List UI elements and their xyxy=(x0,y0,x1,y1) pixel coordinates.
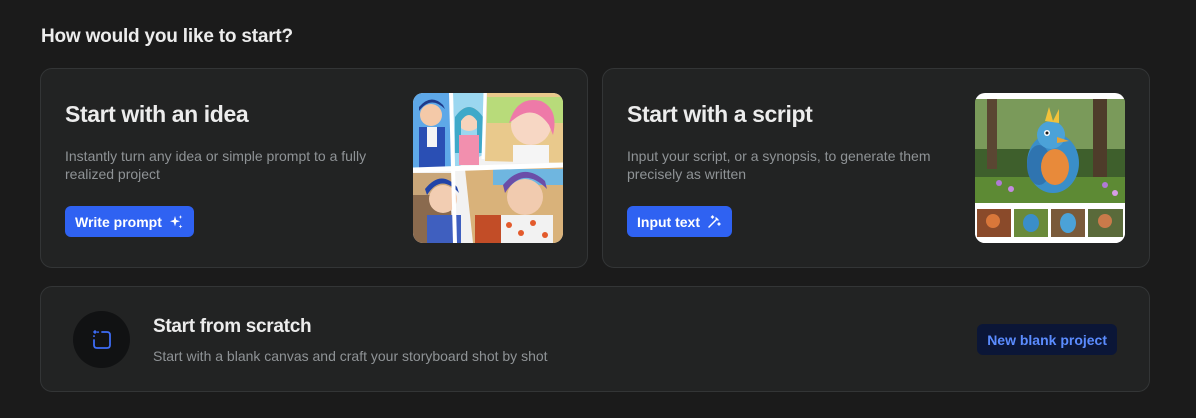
sparkles-icon xyxy=(169,214,183,228)
input-text-button[interactable]: Input text xyxy=(627,206,732,237)
blank-canvas-icon-container xyxy=(73,311,130,368)
scratch-card-title: Start from scratch xyxy=(153,316,312,337)
write-prompt-button[interactable]: Write prompt xyxy=(65,206,194,237)
page-heading: How would you like to start? xyxy=(41,26,293,47)
bird-storyboard-image xyxy=(975,93,1125,243)
anime-collage-image xyxy=(413,93,563,243)
bird-storyboard-thumbnail xyxy=(975,93,1125,243)
script-card-title: Start with a script xyxy=(627,101,813,127)
start-with-idea-card[interactable]: Start with an idea Instantly turn any id… xyxy=(40,68,588,268)
write-prompt-label: Write prompt xyxy=(75,213,162,230)
idea-card-title: Start with an idea xyxy=(65,101,249,127)
script-card-description: Input your script, or a synopsis, to gen… xyxy=(627,148,931,182)
start-from-scratch-card[interactable]: Start from scratch Start with a blank ca… xyxy=(40,286,1150,392)
idea-card-description: Instantly turn any idea or simple prompt… xyxy=(65,148,367,182)
new-blank-project-button[interactable]: New blank project xyxy=(977,324,1117,355)
input-text-label: Input text xyxy=(637,213,700,230)
anime-collage-thumbnail xyxy=(413,93,563,243)
start-with-script-card[interactable]: Start with a script Input your script, o… xyxy=(602,68,1150,268)
scratch-card-description: Start with a blank canvas and craft your… xyxy=(153,348,548,364)
magic-wand-icon xyxy=(708,214,721,228)
blank-canvas-icon xyxy=(92,329,111,349)
